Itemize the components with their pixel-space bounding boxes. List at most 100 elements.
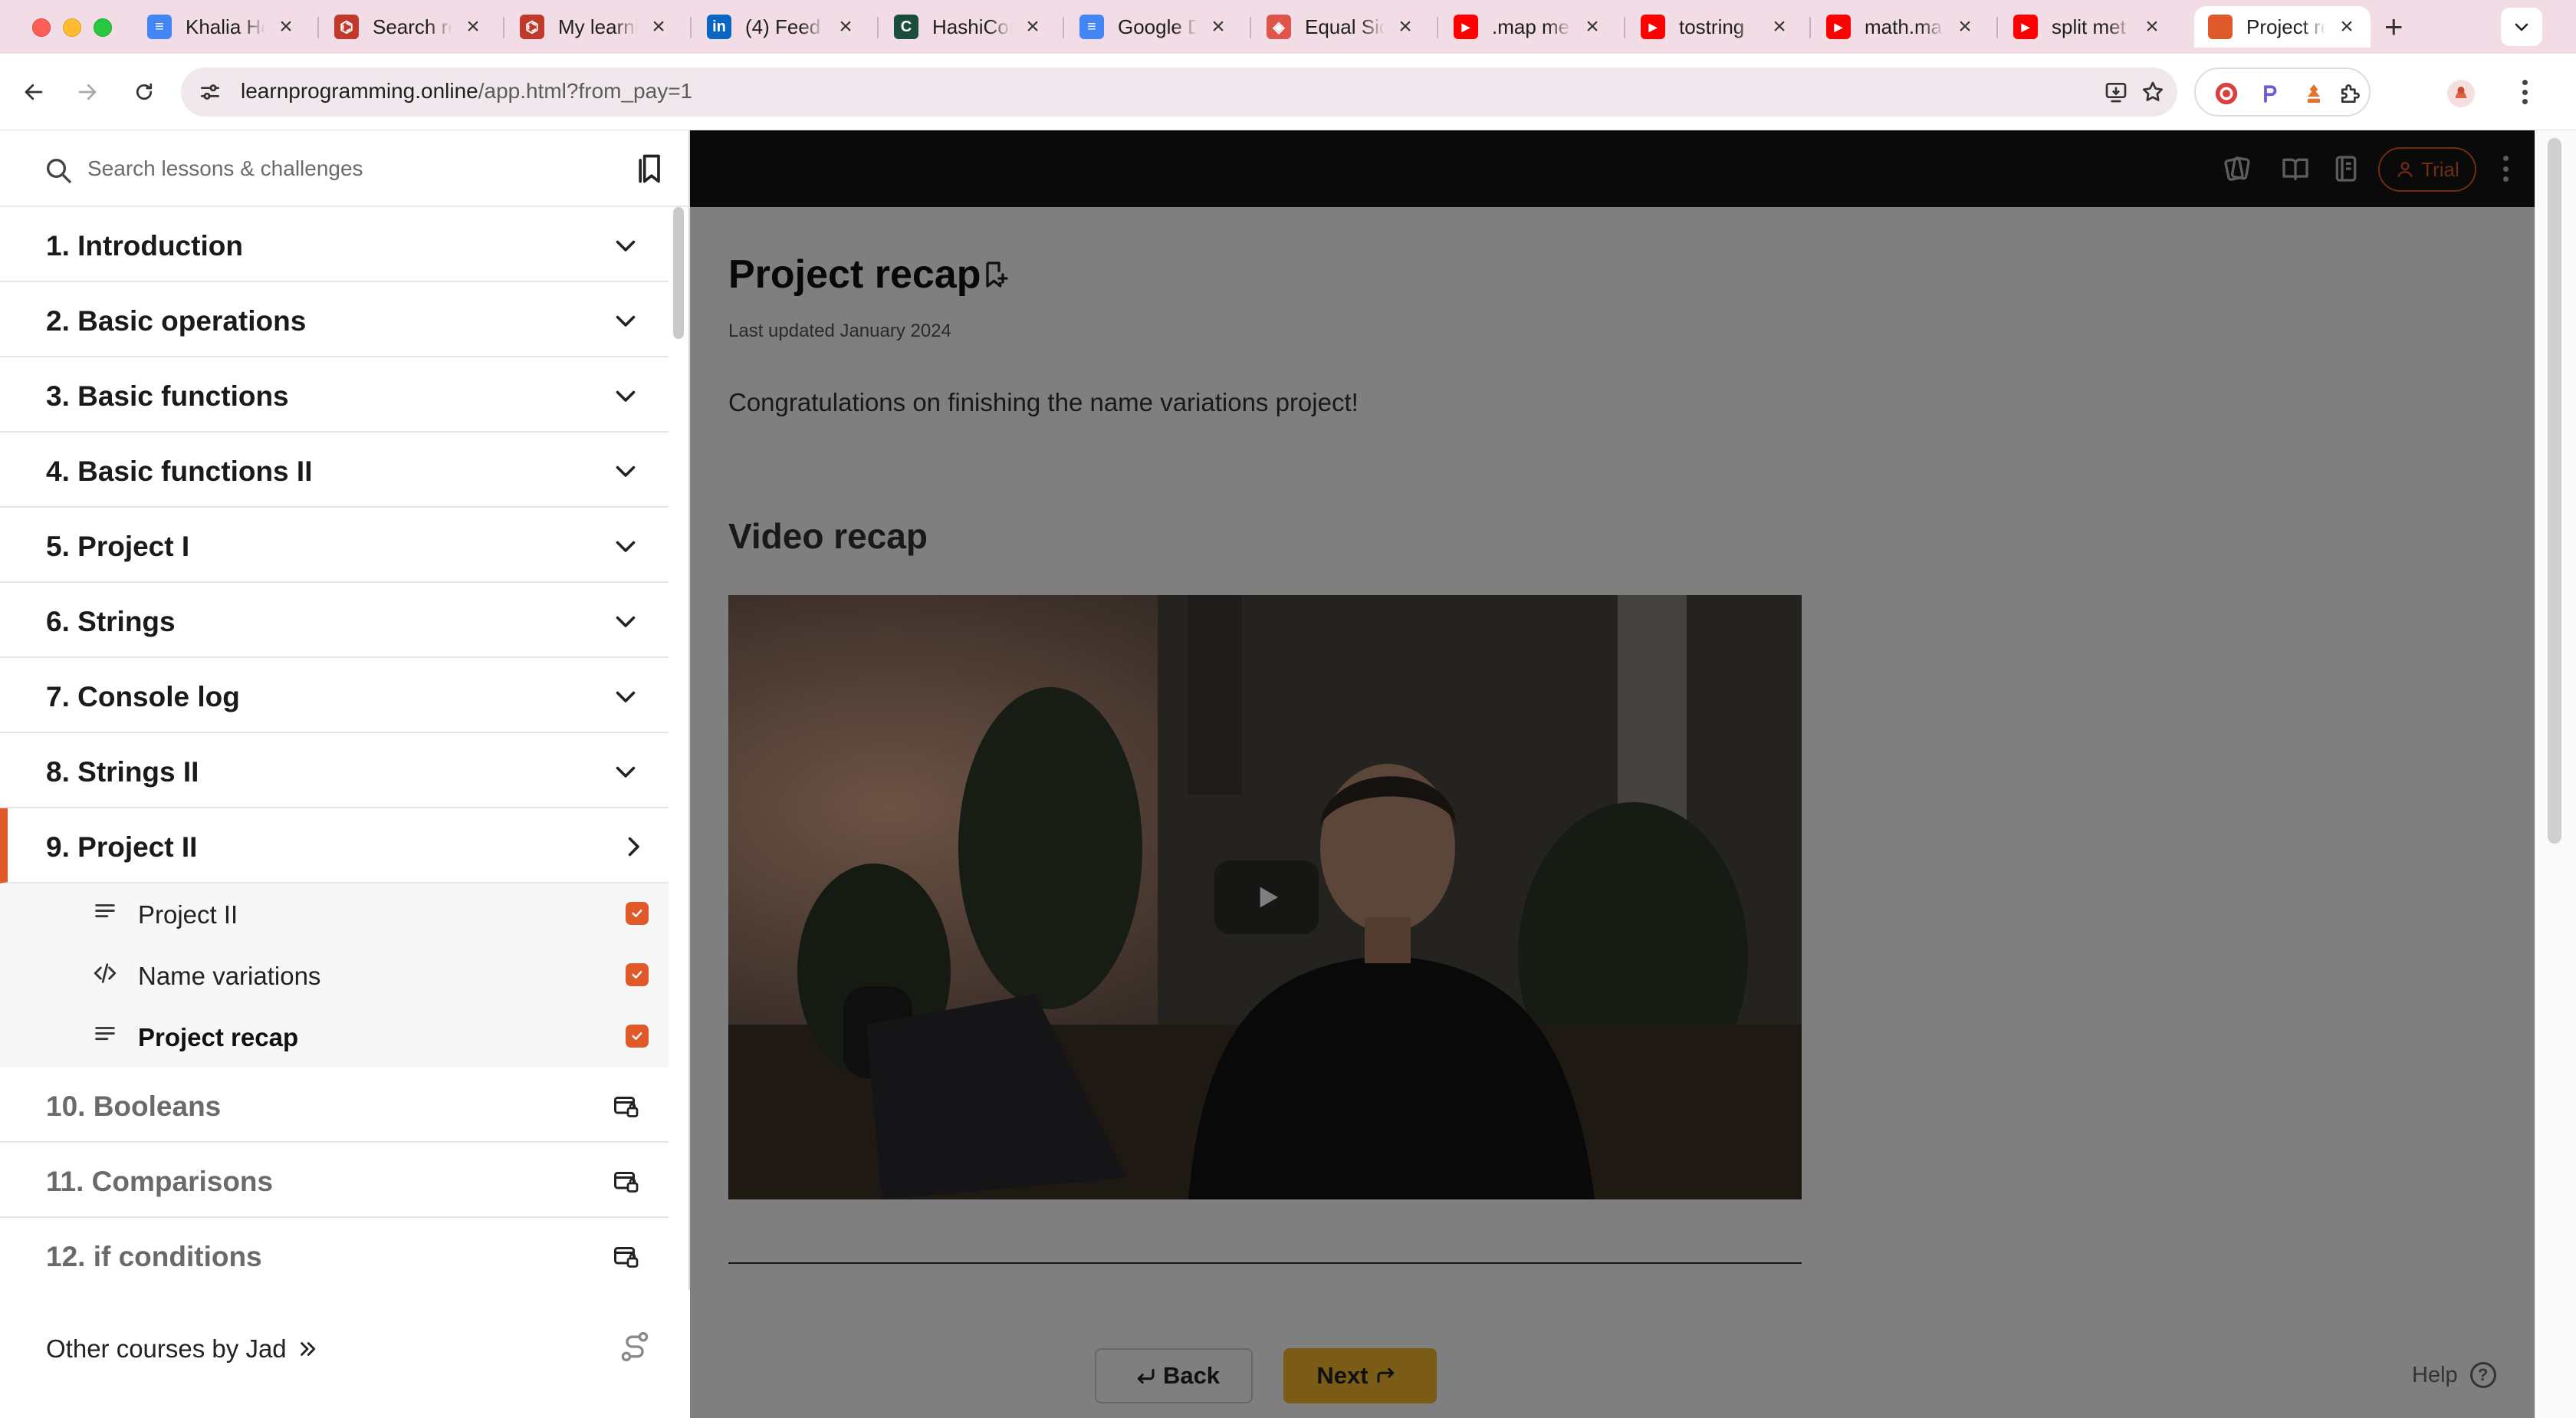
lesson-item[interactable]: Project recap (0, 1006, 669, 1068)
chapter-item[interactable]: 7. Console log (0, 658, 669, 733)
window-minimize-button[interactable] (63, 18, 81, 37)
tab-title: Equal Sid (1305, 15, 1385, 38)
tab-close-icon[interactable]: × (2337, 15, 2357, 38)
code-icon (94, 963, 117, 983)
browser-tab[interactable]: ▶ math.ma × (1812, 6, 1996, 48)
lesson-item[interactable]: Name variations (0, 945, 669, 1006)
extension-red-badge-icon[interactable] (2213, 80, 2240, 107)
locked-chapter-item[interactable]: 12. if conditions (0, 1218, 669, 1293)
course-sidebar: 1. Introduction 2. Basic operations 3. Bas… (0, 130, 690, 1418)
play-icon (1260, 887, 1278, 908)
browser-tab[interactable]: in (4) Feed × (693, 6, 877, 48)
chapter-item[interactable]: 2. Basic operations (0, 282, 669, 357)
main-scrollbar[interactable] (2535, 130, 2576, 1418)
browser-tab[interactable]: ▶ split met × (1999, 6, 2183, 48)
chevron-right-icon (628, 837, 639, 857)
equal-sides-icon: ◈ (1267, 15, 1291, 39)
play-button[interactable] (1214, 860, 1319, 934)
profile-avatar[interactable] (2447, 80, 2475, 107)
lesson-item[interactable]: Project II (0, 883, 669, 945)
text-lines-icon (95, 1027, 115, 1041)
tab-title: Google D (1118, 15, 1198, 38)
reload-button[interactable] (129, 77, 159, 107)
search-icon (47, 159, 71, 183)
lesson-menu-button[interactable] (2498, 153, 2513, 184)
next-arrow-icon (1377, 1367, 1394, 1383)
add-bookmark-icon[interactable] (980, 259, 1010, 290)
lesson-search-input[interactable] (87, 152, 624, 186)
next-button[interactable]: Next (1283, 1348, 1437, 1403)
tab-title: Search re (373, 15, 452, 38)
tab-separator (503, 17, 504, 38)
tab-separator (690, 17, 692, 38)
chapter-item[interactable]: 1. Introduction (0, 207, 669, 282)
double-chevron-right-icon (300, 1342, 315, 1356)
forward-nav-button[interactable] (72, 77, 103, 107)
tab-close-icon[interactable]: × (649, 15, 669, 38)
help-button[interactable]: Help ? (2412, 1362, 2496, 1388)
browser-tab[interactable]: ◈ Equal Sid × (1253, 6, 1437, 48)
help-label: Help (2412, 1362, 2458, 1387)
chapter-item[interactable]: 5. Project I (0, 508, 669, 583)
address-bar[interactable]: learnprogramming.online/app.html?from_pa… (181, 67, 2177, 117)
window-zoom-button[interactable] (94, 18, 112, 37)
browser-tab[interactable]: Project re × (2194, 6, 2371, 48)
install-app-icon[interactable] (2102, 78, 2130, 106)
browser-tab[interactable]: C HashiCor × (880, 6, 1064, 48)
tab-search-button[interactable] (2501, 8, 2542, 46)
tab-close-icon[interactable]: × (1582, 15, 1602, 38)
cards-icon[interactable] (2222, 153, 2252, 184)
locked-chapter-item[interactable]: 11. Comparisons (0, 1143, 669, 1218)
question-icon: ? (2469, 1362, 2496, 1388)
trial-button[interactable]: Trial (2378, 147, 2476, 192)
browser-tab[interactable]: ≡ Google D × (1066, 6, 1250, 48)
chapter-item[interactable]: 6. Strings (0, 583, 669, 658)
extensions-puzzle-icon[interactable] (2337, 80, 2364, 107)
book-open-icon[interactable] (2280, 153, 2311, 184)
browser-tab[interactable]: ⌬ My learni × (506, 6, 690, 48)
tab-close-icon[interactable]: × (836, 15, 856, 38)
main-scrollbar-thumb[interactable] (2548, 138, 2561, 844)
tab-close-icon[interactable]: × (276, 15, 296, 38)
bookmarks-icon[interactable] (633, 152, 667, 186)
back-nav-button[interactable] (18, 77, 49, 107)
tab-close-icon[interactable]: × (1395, 15, 1415, 38)
tab-close-icon[interactable]: × (2142, 15, 2162, 38)
sidebar-scrollbar[interactable] (673, 207, 684, 339)
tab-close-icon[interactable]: × (1023, 15, 1043, 38)
chapter-label: 3. Basic functions (46, 380, 289, 412)
route-icon[interactable] (618, 1330, 652, 1364)
tab-close-icon[interactable]: × (1208, 15, 1228, 38)
tab-close-icon[interactable]: × (463, 15, 483, 38)
browser-tab[interactable]: ▶ .map me × (1440, 6, 1624, 48)
notebook-icon[interactable] (2331, 153, 2361, 184)
browser-tab[interactable]: ≡ Khalia Ho × (133, 6, 317, 48)
chapter-label: 4. Basic functions II (46, 456, 313, 487)
browser-tab-strip: ≡ Khalia Ho × ⌬ Search re × ⌬ My learni × in (4) F… (0, 0, 2576, 54)
browser-tab[interactable]: ⌬ Search re × (320, 6, 504, 48)
other-courses-link[interactable]: Other courses by Jad (46, 1334, 319, 1364)
video-player[interactable] (728, 595, 1802, 1199)
site-info-icon[interactable] (198, 80, 222, 104)
completed-check-icon (626, 902, 649, 925)
tab-close-icon[interactable]: × (1769, 15, 1789, 38)
window-close-button[interactable] (32, 18, 51, 37)
chapter-item[interactable]: 9. Project II (0, 808, 669, 883)
back-button[interactable]: Back (1095, 1348, 1253, 1403)
new-tab-button[interactable]: + (2384, 11, 2404, 43)
extension-purple-icon[interactable] (2256, 80, 2283, 107)
tab-title: My learni (558, 15, 638, 38)
chapter-item[interactable]: 3. Basic functions (0, 357, 669, 433)
chapter-item[interactable]: 8. Strings II (0, 733, 669, 808)
locked-chapter-item[interactable]: 10. Booleans (0, 1068, 669, 1143)
browser-tab[interactable]: ▶ tostring × (1627, 6, 1811, 48)
tab-title: split met (2052, 15, 2126, 38)
extension-orange-icon[interactable] (2300, 80, 2328, 107)
browser-menu-button[interactable] (2513, 77, 2536, 107)
back-arrow-icon (1137, 1369, 1155, 1384)
tab-close-icon[interactable]: × (1955, 15, 1975, 38)
lesson-nav-bar: Back Next Help ? (690, 1342, 2576, 1418)
chapter-item[interactable]: 4. Basic functions II (0, 433, 669, 508)
bookmark-star-icon[interactable] (2139, 78, 2167, 106)
trial-label: Trial (2421, 157, 2459, 181)
